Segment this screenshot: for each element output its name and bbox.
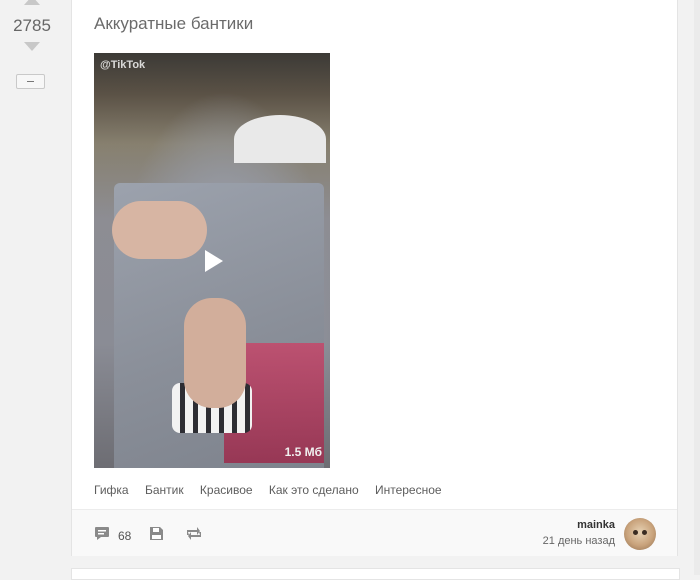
- tiktok-watermark: @TikTok: [100, 59, 146, 71]
- page-edge: [694, 0, 700, 575]
- avatar[interactable]: [624, 518, 656, 550]
- video-player[interactable]: @TikTok 1.5 Мб: [94, 53, 330, 468]
- tag-gif[interactable]: Гифка: [94, 483, 129, 497]
- share-button[interactable]: [185, 526, 203, 546]
- comments-count: 68: [118, 529, 132, 543]
- play-icon[interactable]: [205, 250, 223, 272]
- video-hand-top: [112, 201, 207, 259]
- tag-beautiful[interactable]: Красивое: [200, 483, 253, 497]
- post-title[interactable]: Аккуратные бантики: [94, 14, 253, 34]
- rating-score: 2785: [13, 16, 51, 35]
- author-name[interactable]: mainka: [543, 519, 615, 531]
- post-card: Аккуратные бантики @TikTok 1.5 Мб Гифка …: [71, 0, 678, 556]
- rating-column: 2785: [0, 0, 64, 575]
- tag-how-it-is-made[interactable]: Как это сделано: [269, 483, 359, 497]
- comments-icon: [94, 526, 110, 546]
- comments-button[interactable]: 68: [94, 526, 131, 546]
- vote-up-icon[interactable]: [24, 0, 40, 5]
- save-icon: [149, 526, 164, 546]
- author-info[interactable]: mainka 21 день назад: [543, 519, 615, 547]
- vote-down-icon[interactable]: [24, 42, 40, 51]
- post-footer: 68 mainka 21 день назад: [72, 509, 677, 556]
- tag-list: Гифка Бантик Красивое Как это сделано Ин…: [94, 483, 455, 497]
- video-hanger: [234, 115, 326, 163]
- tag-bow[interactable]: Бантик: [145, 483, 184, 497]
- video-size: 1.5 Мб: [284, 445, 322, 459]
- post-time: 21 день назад: [542, 535, 615, 547]
- collapse-post-button[interactable]: [16, 74, 45, 89]
- tag-interesting[interactable]: Интересное: [375, 483, 442, 497]
- share-icon: [185, 526, 203, 546]
- video-hand-bottom: [184, 298, 246, 408]
- save-button[interactable]: [149, 526, 164, 546]
- next-post-card: [71, 568, 680, 580]
